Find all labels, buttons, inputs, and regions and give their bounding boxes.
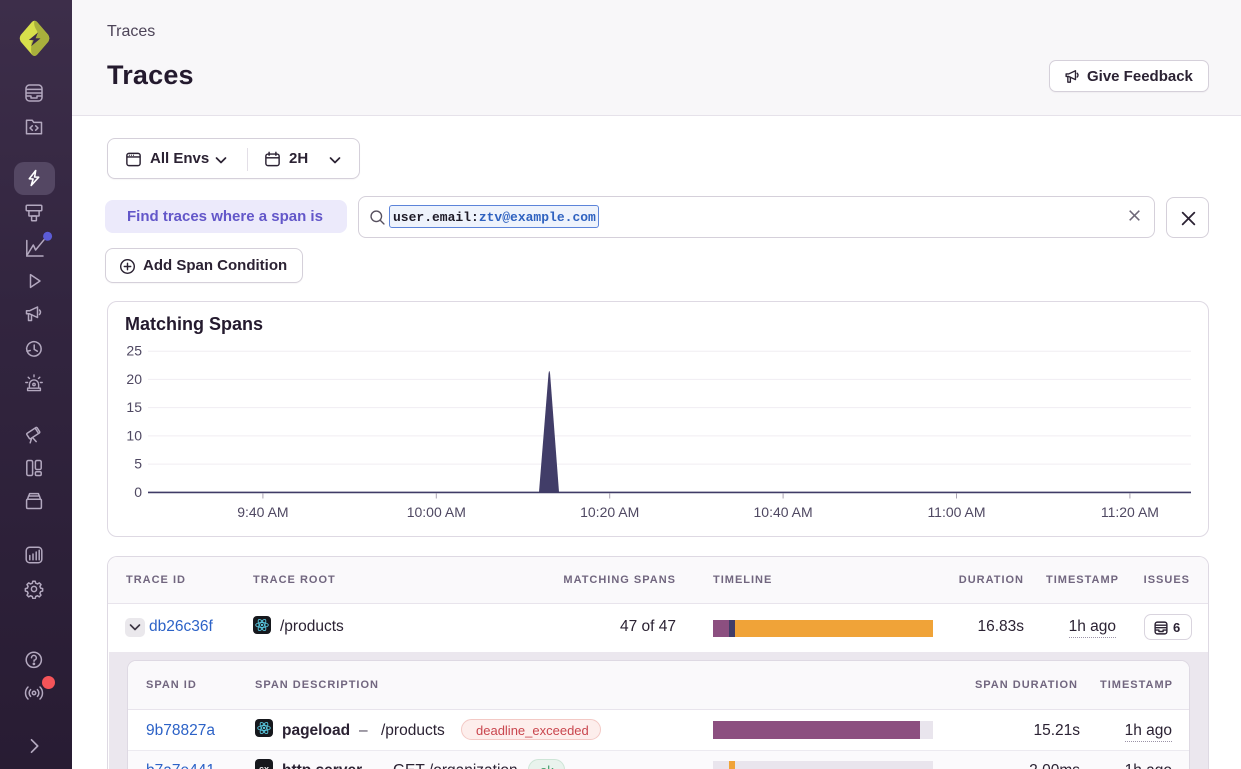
svg-text:0: 0	[134, 484, 142, 500]
svg-text:20: 20	[126, 371, 142, 387]
svg-text:5: 5	[134, 456, 142, 472]
svg-text:15: 15	[126, 399, 142, 415]
svg-text:9:40 AM: 9:40 AM	[237, 504, 288, 520]
svg-text:10:20 AM: 10:20 AM	[580, 504, 639, 520]
svg-text:10:40 AM: 10:40 AM	[754, 504, 813, 520]
svg-text:11:20 AM: 11:20 AM	[1101, 504, 1159, 520]
svg-text:10:00 AM: 10:00 AM	[407, 504, 466, 520]
svg-text:cx: cx	[259, 764, 269, 769]
svg-text:11:00 AM: 11:00 AM	[927, 504, 985, 520]
svg-text:10: 10	[126, 427, 142, 443]
svg-text:25: 25	[126, 343, 142, 359]
